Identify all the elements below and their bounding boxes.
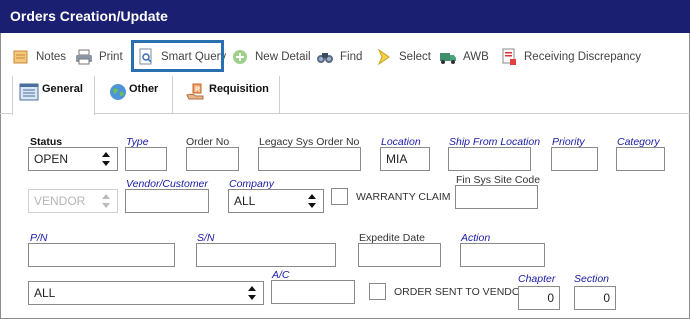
awb-button[interactable]: AWB [439,44,489,70]
ac-input[interactable] [271,280,355,304]
chapter-label: Chapter [518,273,556,285]
notes-label: Notes [36,51,67,63]
print-button[interactable]: Print [75,44,123,70]
company-select-arrow-icon [308,194,317,208]
section-label: Section [574,273,610,285]
globe-icon [109,83,127,104]
printer-icon [75,48,93,66]
category-input[interactable] [616,147,665,171]
order-sent-to-vendor-checkbox[interactable] [369,283,386,300]
add-icon [231,48,249,66]
tab-requisition-label: Requisition [209,83,269,95]
status-select-arrow-icon [102,152,111,166]
notes-button[interactable]: Notes [12,44,66,70]
status-select[interactable]: OPEN [28,147,118,171]
warranty-claim-label: WARRANTY CLAIM [356,191,451,203]
tab-general-label: General [42,83,83,95]
receiving-discrepancy-label: Receiving Discrepancy [524,51,641,63]
status-value: OPEN [34,152,69,166]
bottom-select[interactable]: ALL [28,281,264,305]
action-input[interactable] [460,243,545,267]
type-input[interactable] [125,147,167,171]
binoculars-icon [316,48,334,66]
tab-requisition[interactable]: R Requisition [173,76,280,114]
section-input[interactable]: 0 [574,286,616,310]
company-value: ALL [234,194,256,208]
find-button[interactable]: Find [316,44,362,70]
window-title: Orders Creation/Update [0,0,690,33]
chapter-input[interactable]: 0 [518,286,560,310]
smart-query-highlight [131,40,224,72]
company-select[interactable]: ALL [228,189,324,213]
requisition-icon: R [186,83,206,104]
print-label: Print [99,51,123,63]
order-sent-to-vendor-label: ORDER SENT TO VENDOR [394,286,528,298]
expedite-date-input[interactable] [358,243,441,267]
tab-other[interactable]: Other [95,76,173,114]
tab-other-label: Other [129,83,159,95]
warranty-claim-checkbox[interactable] [331,188,348,205]
vendor-type-select: VENDOR [28,189,118,213]
tab-bar: General Other R Requisition [0,76,690,115]
pn-input[interactable] [28,243,175,267]
find-label: Find [340,51,363,63]
sn-input[interactable] [196,243,336,267]
new-detail-button[interactable]: New Detail [231,44,311,70]
notes-icon [12,48,30,66]
vendor-customer-input[interactable] [125,189,209,213]
bottom-select-value: ALL [34,286,56,300]
truck-icon [439,48,457,66]
ship-from-location-input[interactable] [448,147,531,171]
toolbar: Notes Print Smart Query New Detail Find … [0,40,690,74]
location-input[interactable]: MIA [380,147,430,171]
awb-label: AWB [463,51,489,63]
select-button[interactable]: Select [375,44,431,70]
svg-text:R: R [195,87,200,94]
select-arrow-icon [375,48,393,66]
general-icon [19,83,39,104]
vendor-type-value: VENDOR [34,194,86,208]
bottom-select-arrow-icon [248,286,257,300]
legacy-sys-order-no-input[interactable] [258,147,361,171]
priority-input[interactable] [551,147,598,171]
fin-sys-site-code-input[interactable] [455,185,538,209]
discrepancy-icon [500,48,518,66]
order-no-input[interactable] [186,147,239,171]
select-label: Select [399,51,431,63]
receiving-discrepancy-button[interactable]: Receiving Discrepancy [500,44,641,70]
new-detail-label: New Detail [255,51,311,63]
vendor-type-arrow-icon [102,194,111,208]
tab-general[interactable]: General [12,76,95,115]
